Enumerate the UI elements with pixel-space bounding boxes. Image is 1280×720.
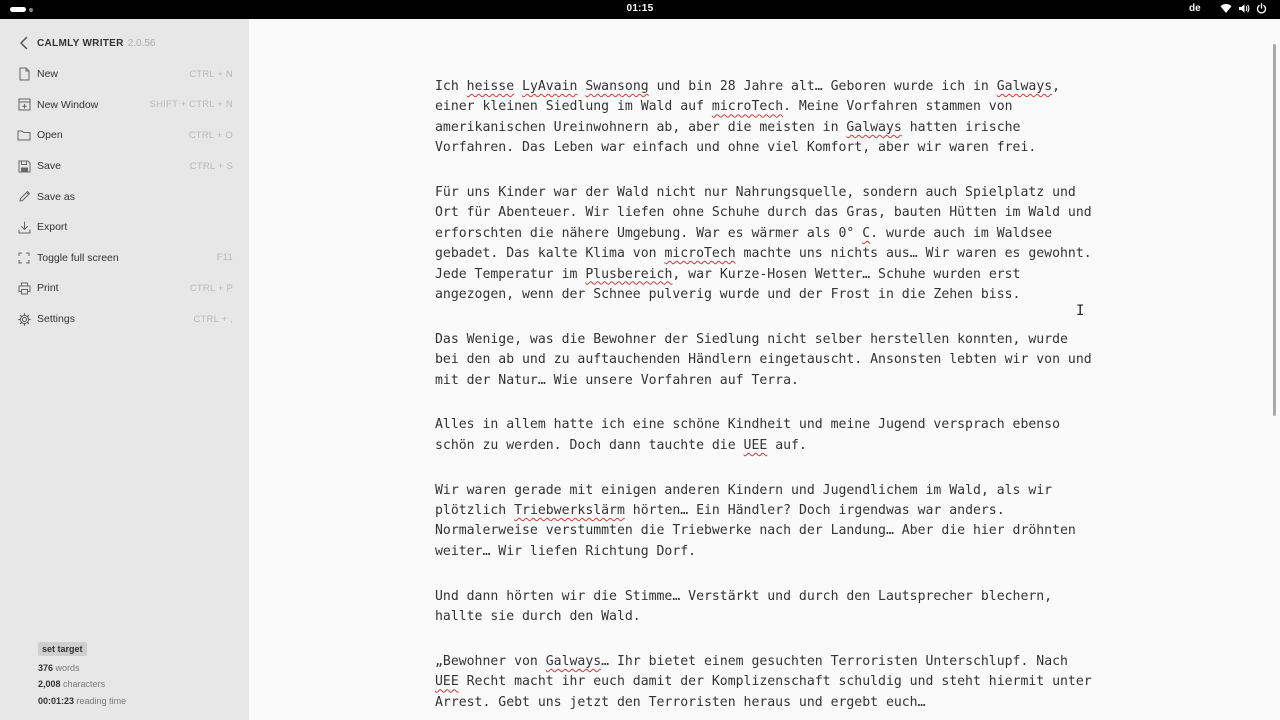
menu-item-open[interactable]: Open CTRL + O <box>0 120 249 151</box>
menu-item-label: Settings <box>37 313 75 326</box>
text-run: Recht macht ihr euch damit der Komplizen… <box>435 674 1092 710</box>
editor-scrollbar[interactable] <box>1273 44 1276 416</box>
menu-item-label: Open <box>37 129 63 142</box>
menu-item-shortcut: CTRL + N <box>189 68 233 80</box>
paragraph[interactable]: Ich heisse LyAvain Swansong und bin 28 J… <box>435 77 1095 159</box>
menu-item-shortcut: F11 <box>216 252 233 264</box>
file-menu: New CTRL + N New Window SHIFT + CTRL + N… <box>0 59 249 334</box>
wifi-icon <box>1220 4 1232 13</box>
app-header: CALMLY WRITER 2.0.56 <box>16 34 156 52</box>
misspelled-word[interactable]: UEE <box>744 438 768 453</box>
paragraph[interactable]: Das Wenige, was die Bewohner der Siedlun… <box>435 330 1095 391</box>
word-count: 376 words <box>38 660 126 676</box>
reading-time-label: reading time <box>76 695 127 706</box>
volume-icon <box>1239 4 1250 13</box>
system-top-bar: 01:15 de <box>0 0 1280 19</box>
workspace-active-icon <box>10 7 26 12</box>
text-run: Das Wenige, was die Bewohner der Siedlun… <box>435 331 1092 388</box>
menu-item-new[interactable]: New CTRL + N <box>0 59 249 90</box>
character-count-label: characters <box>63 679 106 690</box>
misspelled-word[interactable]: Galways <box>846 120 901 135</box>
misspelled-word[interactable]: UEE <box>435 674 459 689</box>
misspelled-word[interactable]: C <box>862 226 870 241</box>
misspelled-word[interactable]: heisse <box>467 79 514 94</box>
document-stats: set target 376 words 2,008 characters 00… <box>38 642 126 709</box>
text-cursor-icon: I <box>1076 303 1085 319</box>
document-text[interactable]: Ich heisse LyAvain Swansong und bin 28 J… <box>435 77 1095 720</box>
text-run: … Ihr bietet einem gesuchten Terroristen… <box>601 653 1068 669</box>
text-run <box>514 79 522 94</box>
menu-item-shortcut: CTRL + S <box>189 160 233 172</box>
text-run: und bin 28 Jahre alt… Geboren wurde ich … <box>648 79 997 94</box>
menu-item-save-as[interactable]: Save as <box>0 181 249 212</box>
text-run: Ich <box>435 79 467 94</box>
system-clock[interactable]: 01:15 <box>0 3 1280 14</box>
set-target-button[interactable]: set target <box>38 642 87 656</box>
editor-area[interactable]: Ich heisse LyAvain Swansong und bin 28 J… <box>249 19 1280 720</box>
menu-item-shortcut: CTRL + , <box>193 313 233 325</box>
keyboard-language[interactable]: de <box>1189 3 1201 14</box>
misspelled-word[interactable]: microTech <box>664 246 735 261</box>
workspace-dot-icon <box>29 7 33 12</box>
save-icon <box>17 159 31 173</box>
menu-item-label: New Window <box>37 98 99 111</box>
download-icon <box>17 220 31 234</box>
misspelled-word[interactable]: microTech <box>712 99 783 114</box>
activities-indicator[interactable] <box>10 7 33 12</box>
menu-item-label: Save as <box>37 190 75 203</box>
menu-item-label: Save <box>37 160 61 173</box>
misspelled-word[interactable]: LyAvain <box>522 79 577 94</box>
word-count-value: 376 <box>38 663 54 673</box>
menu-item-label: New <box>37 68 59 81</box>
power-icon <box>1256 3 1267 14</box>
paragraph[interactable]: Wir waren gerade mit einigen anderen Kin… <box>435 481 1095 563</box>
text-run: „Bewohner von <box>435 653 546 669</box>
menu-item-new-window[interactable]: New Window SHIFT + CTRL + N <box>0 90 249 121</box>
word-count-label: words <box>55 663 80 673</box>
system-tray[interactable] <box>1220 3 1267 14</box>
menu-item-export[interactable]: Export <box>0 212 249 243</box>
paragraph[interactable]: Für uns Kinder war der Wald nicht nur Na… <box>435 183 1095 305</box>
folder-icon <box>17 128 31 142</box>
reading-time: 00:01:23 reading time <box>38 693 126 709</box>
misspelled-word[interactable]: Plusbereich <box>585 267 672 282</box>
app-menu-sidebar: CALMLY WRITER 2.0.56 New CTRL + N New Wi… <box>0 19 249 720</box>
gear-icon <box>17 312 31 326</box>
misspelled-word[interactable]: Galways <box>997 79 1052 94</box>
text-run: Und dann hörten wir die Stimme… Verstärk… <box>435 588 1053 625</box>
back-arrow-icon[interactable] <box>16 35 32 51</box>
menu-item-label: Toggle full screen <box>37 251 119 264</box>
text-run: auf. <box>767 437 807 453</box>
misspelled-word[interactable]: Swansong <box>585 79 648 94</box>
menu-item-label: Print <box>37 282 59 295</box>
paragraph[interactable]: Und dann hörten wir die Stimme… Verstärk… <box>435 587 1095 628</box>
printer-icon <box>17 281 31 295</box>
menu-item-toggle-full-screen[interactable]: Toggle full screen F11 <box>0 243 249 274</box>
pencil-icon <box>17 190 31 204</box>
reading-time-value: 00:01:23 <box>38 695 75 706</box>
misspelled-word[interactable]: Galways <box>546 654 601 669</box>
menu-item-save[interactable]: Save CTRL + S <box>0 151 249 182</box>
menu-item-shortcut: CTRL + O <box>188 129 233 141</box>
menu-item-label: Export <box>37 221 68 234</box>
menu-item-print[interactable]: Print CTRL + P <box>0 273 249 304</box>
fullscreen-icon <box>17 251 31 265</box>
menu-item-settings[interactable]: Settings CTRL + , <box>0 304 249 335</box>
app-version: 2.0.56 <box>127 37 156 49</box>
app-name: CALMLY WRITER <box>37 37 124 49</box>
paragraph[interactable]: Alles in allem hatte ich eine schöne Kin… <box>435 415 1095 456</box>
new-file-icon <box>17 67 31 81</box>
character-count-value: 2,008 <box>38 679 61 690</box>
misspelled-word[interactable]: Triebwerkslärm <box>514 503 625 518</box>
character-count: 2,008 characters <box>38 676 126 692</box>
menu-item-shortcut: SHIFT + CTRL + N <box>149 99 233 111</box>
paragraph[interactable]: „Bewohner von Galways… Ihr bietet einem … <box>435 652 1095 713</box>
new-window-icon <box>17 98 31 112</box>
menu-item-shortcut: CTRL + P <box>189 282 233 294</box>
